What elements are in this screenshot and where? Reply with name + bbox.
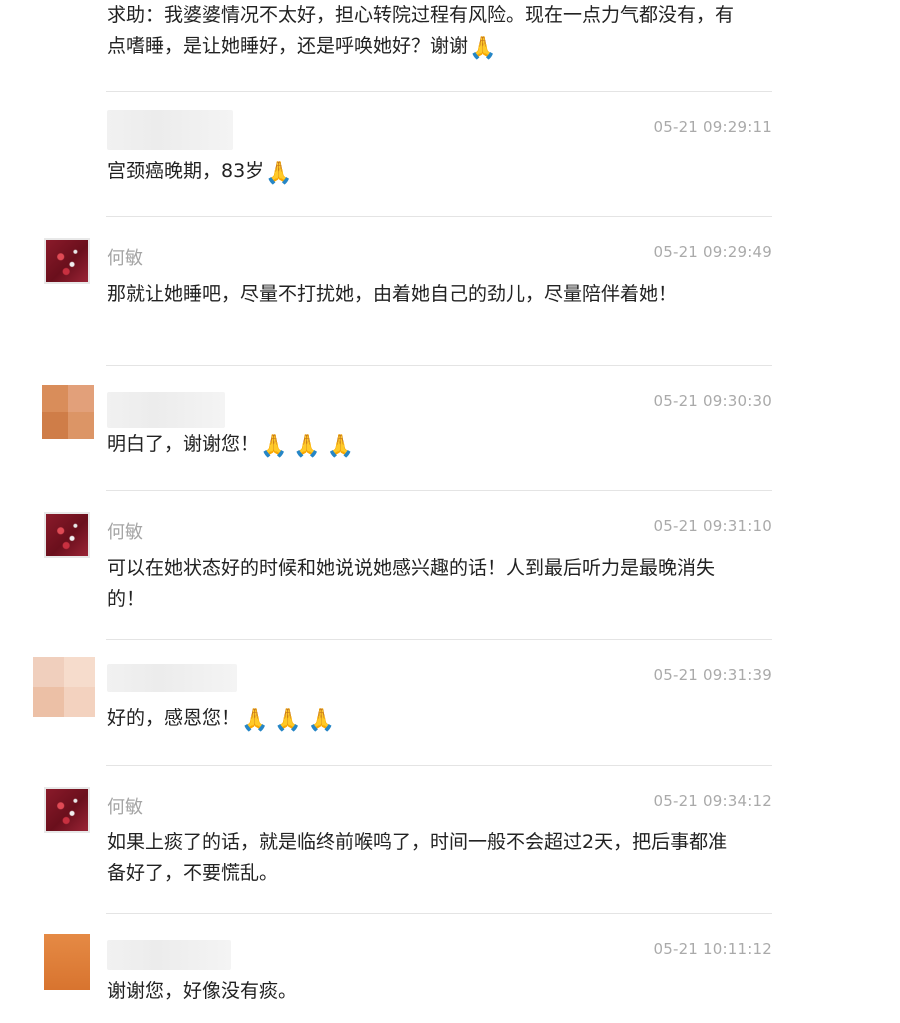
blurred-username <box>107 110 233 150</box>
comment-divider <box>106 216 772 217</box>
comment-author[interactable]: 何敏 <box>107 793 143 819</box>
comment-text: 好的，感恩您！🙏🙏🙏 <box>107 707 342 733</box>
avatar[interactable] <box>33 657 95 717</box>
comment-timestamp: 05-21 09:31:39 <box>653 666 772 684</box>
blurred-username <box>107 664 237 692</box>
comment-timestamp: 05-21 09:29:49 <box>653 243 772 261</box>
pray-emoji-icon: 🙏 <box>265 161 293 186</box>
avatar[interactable] <box>44 787 90 833</box>
comment-author[interactable]: 何敏 <box>107 518 143 544</box>
comment-timestamp: 05-21 09:29:11 <box>653 118 772 136</box>
comment-divider <box>106 490 772 491</box>
blurred-username <box>107 392 225 428</box>
pray-emoji-icon: 🙏🙏🙏 <box>260 434 361 459</box>
comment-timestamp: 05-21 09:30:30 <box>653 392 772 410</box>
comment-timestamp: 05-21 09:31:10 <box>653 517 772 535</box>
comment-text: 那就让她睡吧，尽量不打扰她，由着她自己的劲儿，尽量陪伴着她！ <box>107 283 678 305</box>
comment-text: 如果上痰了的话，就是临终前喉鸣了，时间一般不会超过2天，把后事都准备好了，不要慌… <box>107 831 728 884</box>
comment-divider <box>106 765 772 766</box>
comment-text: 宫颈癌晚期，83岁🙏 <box>107 160 293 186</box>
blurred-username <box>107 940 231 970</box>
comment-text: 明白了，谢谢您！🙏🙏🙏 <box>107 433 361 459</box>
avatar[interactable] <box>44 934 90 990</box>
comment-divider <box>106 91 772 92</box>
comment-timestamp: 05-21 09:34:12 <box>653 792 772 810</box>
pray-emoji-icon: 🙏🙏🙏 <box>241 708 342 733</box>
avatar[interactable] <box>44 238 90 284</box>
comment-text: 谢谢您，好像没有痰。 <box>107 980 298 1002</box>
comment-author[interactable]: 何敏 <box>107 244 143 270</box>
comment-text: 求助：我婆婆情况不太好，担心转院过程有风险。现在一点力气都没有，有点嗜睡，是让她… <box>107 4 735 61</box>
avatar[interactable] <box>42 385 94 439</box>
pray-emoji-icon: 🙏 <box>469 36 497 61</box>
avatar[interactable] <box>44 512 90 558</box>
comment-divider <box>106 639 772 640</box>
comment-divider <box>106 365 772 366</box>
comment-text: 可以在她状态好的时候和她说说她感兴趣的话！人到最后听力是最晚消失的！ <box>107 557 716 610</box>
comment-timestamp: 05-21 10:11:12 <box>653 940 772 958</box>
comment-divider <box>106 913 772 914</box>
